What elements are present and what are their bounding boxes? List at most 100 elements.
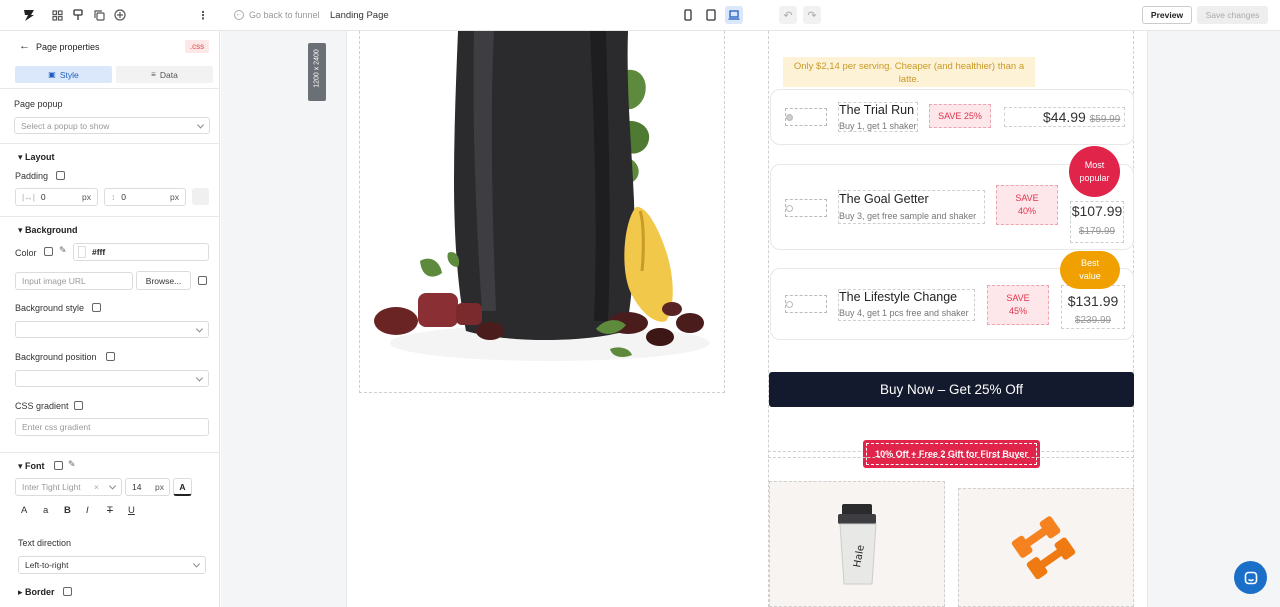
plan-radio[interactable] (785, 108, 827, 126)
clear-icon[interactable]: × (94, 482, 99, 492)
product-image (374, 31, 710, 361)
copy-icon[interactable] (92, 7, 106, 23)
most-popular-badge: Most popular (1069, 146, 1120, 197)
canvas-size-tag: 1200 x 2400 (308, 43, 326, 101)
tab-data-label: Data (159, 69, 178, 80)
vertical-padding-icon: ↕ (111, 192, 116, 202)
lowercase-button[interactable]: a (43, 505, 48, 516)
undo-icon[interactable]: ↶ (779, 6, 797, 24)
responsive-icon[interactable] (56, 171, 65, 180)
redo-icon[interactable]: ↷ (803, 6, 821, 24)
font-size-input[interactable]: 14 px (125, 478, 170, 496)
chat-button[interactable] (1234, 561, 1267, 594)
divider (0, 452, 219, 453)
responsive-icon[interactable] (92, 303, 101, 312)
browse-label: Browse... (145, 275, 182, 286)
responsive-icon[interactable] (54, 461, 63, 470)
uppercase-button[interactable]: A (21, 505, 27, 516)
plan-title: The Goal Getter (839, 192, 929, 206)
italic-button[interactable]: I (86, 505, 89, 516)
responsive-icon[interactable] (74, 401, 83, 410)
phone-icon[interactable] (681, 7, 695, 23)
plan-radio[interactable] (785, 199, 827, 217)
plan-subtitle: Buy 1, get 1 shaker (839, 121, 917, 131)
tab-data[interactable]: ≡ Data (116, 66, 213, 83)
bg-position-select[interactable] (15, 370, 209, 387)
back-to-funnel-link[interactable]: ← Go back to funnel (234, 7, 324, 23)
brush-icon: ▣ (48, 70, 56, 79)
buy-now-button[interactable]: Buy Now – Get 25% Off (769, 372, 1134, 407)
horizontal-padding-icon: |↔| (22, 192, 35, 202)
plan-price: $131.99 $239.99 (1063, 293, 1123, 326)
chat-icon (1244, 571, 1257, 584)
plan-radio[interactable] (785, 295, 827, 313)
plan-save-badge: SAVE 40% (996, 185, 1058, 225)
bold-button[interactable]: B (64, 505, 71, 516)
color-input[interactable]: #fff (73, 243, 209, 261)
color-swatch[interactable] (78, 246, 86, 258)
laptop-icon[interactable] (725, 6, 743, 24)
plan-old-price: $59.99 (1089, 114, 1121, 125)
gift-card-dumbbells[interactable] (958, 488, 1134, 607)
plan-card[interactable]: The Trial Run Buy 1, get 1 shaker SAVE 2… (770, 89, 1134, 145)
responsive-icon[interactable] (106, 352, 115, 361)
bg-style-select[interactable] (15, 321, 209, 338)
color-label: Color (15, 248, 37, 258)
css-badge[interactable]: .css (185, 40, 209, 53)
browse-button[interactable]: Browse... (136, 271, 191, 290)
layout-label: Layout (25, 152, 55, 162)
tablet-icon[interactable] (703, 7, 719, 23)
top-toolbar: ⋮ ← Go back to funnel Landing Page ↶ ↷ P… (0, 0, 1280, 31)
link-padding-icon[interactable] (192, 188, 209, 205)
layout-section-header[interactable]: ▾ Layout (18, 152, 55, 163)
responsive-icon[interactable] (44, 247, 53, 256)
font-family-select[interactable]: Inter Tight Light × (15, 478, 122, 496)
more-icon[interactable]: ⋮ (198, 7, 209, 23)
background-label: Background (25, 225, 78, 235)
back-arrow-icon[interactable]: ← (19, 40, 30, 52)
border-section-header[interactable]: ▸ Border (18, 587, 55, 598)
promo-note-text: Only $2,14 per serving. Cheaper (and hea… (793, 61, 1025, 85)
offer-banner-text: 10% Off + Free 2 Gift for First Buyer (866, 443, 1037, 465)
eyedropper-icon[interactable]: ✎ (68, 459, 76, 470)
font-section-header[interactable]: ▾ Font (18, 461, 45, 472)
css-gradient-label: CSS gradient (15, 401, 69, 411)
padding-y-input[interactable]: ↕ 0 px (104, 188, 186, 206)
save-changes-button[interactable]: Save changes (1197, 6, 1268, 24)
promo-note: Only $2,14 per serving. Cheaper (and hea… (783, 57, 1035, 87)
responsive-icon[interactable] (63, 587, 72, 596)
page-name: Landing Page (330, 9, 389, 21)
plan-save-badge: SAVE 25% (929, 104, 991, 128)
grid-icon[interactable] (50, 7, 64, 23)
plus-circle-icon[interactable] (113, 7, 127, 23)
image-url-placeholder: Input image URL (22, 276, 86, 286)
product-image-frame[interactable] (359, 31, 725, 393)
editor-canvas[interactable]: 1200 x 2400 Only $2,14 per serving. Chea… (221, 31, 1280, 607)
plan-subtitle: Buy 4, get 1 pcs free and shaker (839, 308, 969, 318)
gift-card-shaker[interactable]: Hale (769, 481, 945, 607)
offer-banner[interactable]: 10% Off + Free 2 Gift for First Buyer (863, 440, 1040, 468)
image-url-input[interactable]: Input image URL (15, 272, 133, 290)
font-size-unit: px (155, 482, 164, 492)
preview-button[interactable]: Preview (1142, 6, 1192, 24)
padding-label: Padding (15, 171, 49, 181)
brush-icon[interactable] (71, 7, 85, 23)
database-icon: ≡ (151, 70, 156, 79)
font-family-value: Inter Tight Light (22, 482, 81, 492)
plan-save-text: SAVE 45% (1006, 293, 1030, 316)
css-gradient-input[interactable]: Enter css gradient (15, 418, 209, 436)
divider (0, 216, 219, 217)
strikethrough-button[interactable]: T (107, 505, 113, 516)
text-direction-select[interactable]: Left-to-right (18, 556, 206, 574)
responsive-icon[interactable] (198, 276, 207, 285)
padding-x-input[interactable]: |↔| 0 px (15, 188, 98, 206)
background-section-header[interactable]: ▾ Background (18, 225, 78, 236)
tab-style-label: Style (59, 69, 79, 80)
eyedropper-icon[interactable]: ✎ (59, 245, 67, 256)
page-popup-select[interactable]: Select a popup to show (14, 117, 210, 134)
font-color-button[interactable]: A (173, 478, 192, 496)
sidebar-title: Page properties (36, 42, 100, 52)
logo-icon[interactable] (20, 7, 38, 23)
tab-style[interactable]: ▣ Style (15, 66, 112, 83)
underline-button[interactable]: U (128, 505, 135, 516)
